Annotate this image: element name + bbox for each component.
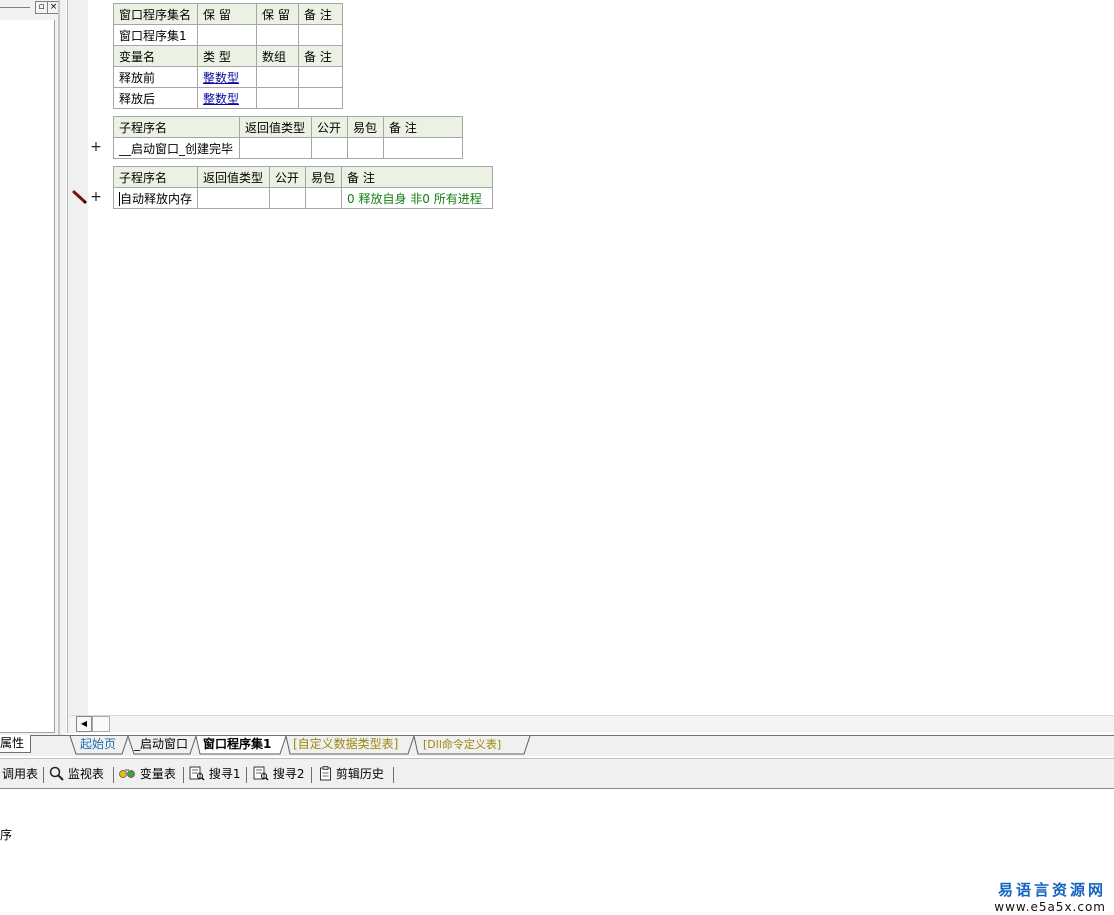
type-link[interactable]: 整数型 <box>203 92 239 106</box>
tab-window-assembly[interactable]: 窗口程序集1 <box>203 736 271 754</box>
watch-table-label: 监视表 <box>67 767 104 781</box>
type-link[interactable]: 整数型 <box>203 71 239 85</box>
public-header: 公开 <box>311 116 348 138</box>
reserved-header: 保 留 <box>256 3 299 25</box>
reserved-cell[interactable] <box>197 24 257 46</box>
edit-pencil-icon <box>72 190 87 204</box>
var-name-cell[interactable]: 释放前 <box>113 66 198 88</box>
variable-table-label: 变量表 <box>139 767 176 781</box>
find-icon <box>253 766 269 781</box>
clip-history-button[interactable]: 剪辑历史 <box>319 766 384 783</box>
toolbar-separator <box>113 767 114 783</box>
remark-cell[interactable] <box>298 24 343 46</box>
remark-header: 备 注 <box>341 166 493 188</box>
var-remark-cell[interactable] <box>298 87 343 109</box>
scroll-left-icon[interactable]: ◀ <box>76 716 92 732</box>
editor-gutter <box>68 0 88 733</box>
call-table-button[interactable]: 调用表 <box>2 766 38 783</box>
gutter-border <box>67 0 68 733</box>
subroutine-table-1: 子程序名 返回值类型 公开 易包 备 注 __启动窗口_创建完毕 <box>113 116 463 159</box>
clipboard-icon <box>320 766 331 781</box>
return-type-header: 返回值类型 <box>197 166 270 188</box>
variables-icon <box>119 769 135 778</box>
sub-name-header: 子程序名 <box>113 116 240 138</box>
epackage-cell[interactable] <box>305 187 342 209</box>
remark-cell[interactable] <box>383 137 463 159</box>
watch-table-button[interactable]: 监视表 <box>49 766 104 783</box>
toolbar-separator <box>246 767 247 783</box>
var-remark-cell[interactable] <box>298 66 343 88</box>
epackage-header: 易包 <box>305 166 342 188</box>
remark-header: 备 注 <box>298 3 343 25</box>
toolbar-separator <box>43 767 44 783</box>
tab-properties[interactable]: 属性 <box>0 735 31 753</box>
var-name-header: 变量名 <box>113 45 198 67</box>
return-type-cell[interactable] <box>239 137 312 159</box>
toolbar-separator <box>311 767 312 783</box>
code-editor[interactable] <box>67 0 1114 733</box>
assembly-table: 窗口程序集名 保 留 保 留 备 注 窗口程序集1 变量名 类 型 数组 备 注… <box>113 3 343 109</box>
horizontal-scrollbar[interactable] <box>70 715 1114 732</box>
var-type-cell[interactable]: 整数型 <box>197 66 257 88</box>
scrollbar-thumb[interactable] <box>92 716 110 732</box>
assembly-name-header: 窗口程序集名 <box>113 3 198 25</box>
toolbar-separator <box>183 767 184 783</box>
search1-button[interactable]: 搜寻1 <box>189 766 240 783</box>
watermark-url: www.e5a5x.com <box>994 900 1106 914</box>
output-text: 序 <box>0 828 13 842</box>
search2-button[interactable]: 搜寻2 <box>253 766 304 783</box>
public-header: 公开 <box>269 166 306 188</box>
clip-history-label: 剪辑历史 <box>335 767 384 781</box>
var-array-cell[interactable] <box>256 66 299 88</box>
reserved-header: 保 留 <box>197 3 257 25</box>
search1-label: 搜寻1 <box>208 767 241 781</box>
var-array-cell[interactable] <box>256 87 299 109</box>
var-type-cell[interactable]: 整数型 <box>197 87 257 109</box>
expand-icon[interactable]: + <box>90 139 102 155</box>
tab-dll-commands[interactable]: [Dll命令定义表] <box>423 736 501 754</box>
find-icon <box>189 766 205 781</box>
toolbar-separator <box>393 767 394 783</box>
var-remark-header: 备 注 <box>298 45 343 67</box>
call-table-label: 调用表 <box>2 767 39 781</box>
search2-label: 搜寻2 <box>272 767 305 781</box>
subroutine-table-2: 子程序名 返回值类型 公开 易包 备 注 自动释放内存 0 释放自身 非0 所有… <box>113 166 493 209</box>
sub-name-header: 子程序名 <box>113 166 198 188</box>
watermark: 易语言资源网 www.e5a5x.com <box>994 879 1106 914</box>
return-type-header: 返回值类型 <box>239 116 312 138</box>
tab-startup-window[interactable]: _启动窗口 <box>134 736 188 754</box>
var-array-header: 数组 <box>256 45 299 67</box>
return-type-cell[interactable] <box>197 187 270 209</box>
expand-icon[interactable]: + <box>90 189 102 205</box>
epackage-cell[interactable] <box>347 137 384 159</box>
tab-custom-data-types[interactable]: [自定义数据类型表] <box>293 736 398 754</box>
public-cell[interactable] <box>269 187 306 209</box>
sub-name-cell[interactable]: 自动释放内存 <box>113 187 198 209</box>
reserved-cell[interactable] <box>256 24 299 46</box>
assembly-name-cell[interactable]: 窗口程序集1 <box>113 24 198 46</box>
var-type-header: 类 型 <box>197 45 257 67</box>
variable-table-button[interactable]: 变量表 <box>119 766 176 783</box>
public-cell[interactable] <box>311 137 348 159</box>
epackage-header: 易包 <box>347 116 384 138</box>
left-panel-title-line <box>0 7 30 8</box>
left-panel-splitter[interactable] <box>58 0 60 735</box>
magnifier-icon <box>49 766 64 781</box>
remark-cell[interactable]: 0 释放自身 非0 所有进程 <box>341 187 493 209</box>
var-name-cell[interactable]: 释放后 <box>113 87 198 109</box>
sub-name-cell[interactable]: __启动窗口_创建完毕 <box>113 137 240 159</box>
watermark-name: 易语言资源网 <box>997 881 1106 899</box>
remark-header: 备 注 <box>383 116 463 138</box>
sub-name-text: 自动释放内存 <box>120 191 193 206</box>
tab-start-page[interactable]: 起始页 <box>80 736 116 754</box>
left-panel-content[interactable] <box>0 20 55 733</box>
